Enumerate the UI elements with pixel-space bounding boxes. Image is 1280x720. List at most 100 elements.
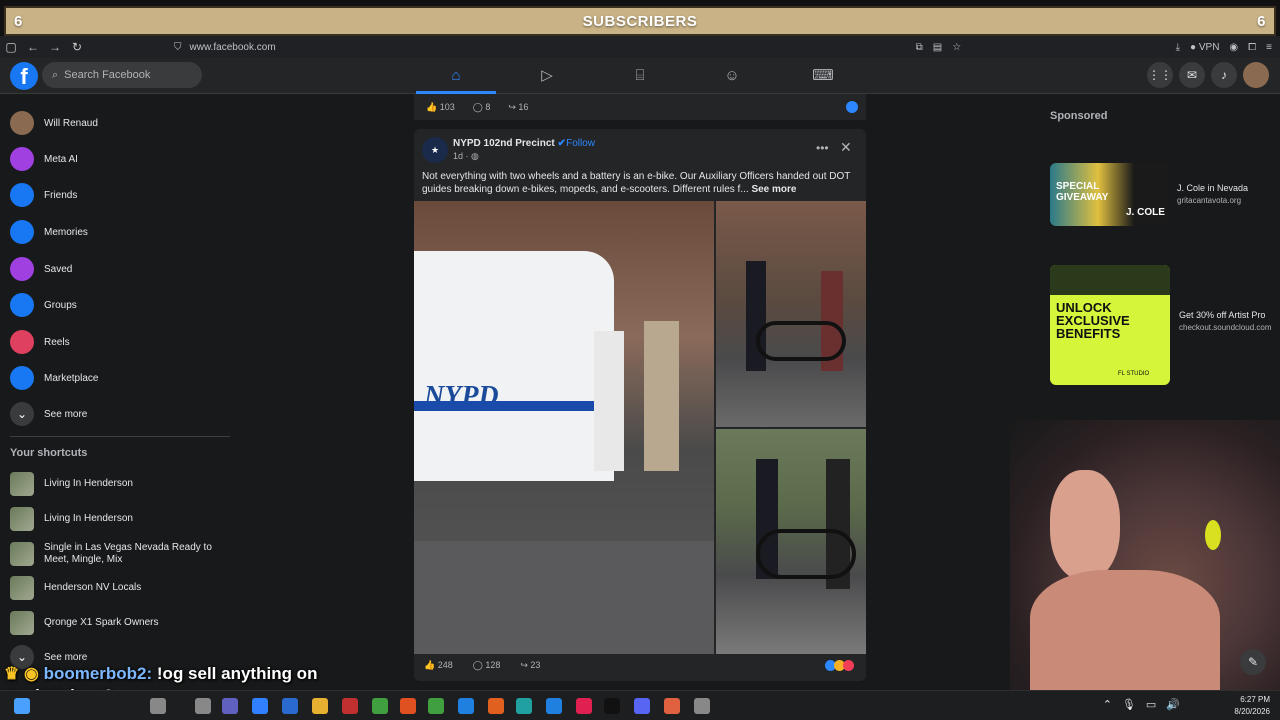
sidebar-item-memories[interactable]: Memories [10,217,88,247]
site-info-icon[interactable]: ⛉ [174,42,182,53]
file-explorer-icon[interactable] [312,698,328,714]
shortcut-item[interactable]: Henderson NV Locals [10,573,230,603]
reaction-icons[interactable] [825,660,854,673]
discord-icon[interactable] [634,698,650,714]
search-input[interactable]: ⌕ Search Facebook [42,62,202,88]
tab-marketplace[interactable]: ⌸ [625,62,655,90]
ad-1-title[interactable]: J. Cole in Nevada [1177,183,1248,193]
comment-button[interactable]: ◯ 128 [473,660,501,671]
post-more-button[interactable]: ••• [816,141,829,155]
reader-icon[interactable]: ▤ [933,42,942,53]
shortcut-label: Living In Henderson [44,478,133,489]
url-text[interactable]: www.facebook.com [190,42,276,53]
ad-2-title[interactable]: Get 30% off Artist Pro [1179,310,1265,320]
vpn-button[interactable]: ● VPN [1190,42,1219,53]
like-button[interactable]: 👍 103 [426,102,455,113]
notifications-button[interactable]: ♪ [1211,62,1237,88]
shortcut-item[interactable]: Living In Henderson [10,469,230,499]
firefox-icon[interactable] [488,698,504,714]
app-icon[interactable] [252,698,268,714]
friends-icon [10,183,34,207]
vscode-icon[interactable] [546,698,562,714]
extensions-icon[interactable]: ⧠ [1248,42,1256,53]
menu-icon[interactable]: ≡ [1266,42,1272,53]
brave-icon[interactable] [400,698,416,714]
follow-button[interactable]: · Follow [560,138,595,149]
ad-1-domain[interactable]: gritacantavota.org [1177,196,1241,205]
sidebar-toggle-icon[interactable]: ▢ [0,40,22,54]
app-icon[interactable] [222,698,238,714]
chrome-icon[interactable] [372,698,388,714]
shortcut-item[interactable]: Single in Las Vegas Nevada Ready to Meet… [10,539,230,569]
tiktok-icon[interactable] [576,698,592,714]
clock-date: 8/20/2026 [1234,707,1270,716]
chat-message-line1: !og sell anything on [152,664,318,683]
download-icon[interactable]: ⤓ [1176,42,1180,53]
sidebar-item-friends[interactable]: Friends [10,180,77,210]
screenshot-icon[interactable]: ⧉ [916,42,923,53]
app-icon[interactable] [664,698,680,714]
volume-icon[interactable]: 🔊 [1166,698,1180,711]
share-button[interactable]: ↪ 16 [508,102,528,113]
comment-button[interactable]: ◯ 8 [473,102,491,113]
system-clock[interactable]: 6:27 PM 8/20/2026 [1234,694,1270,718]
like-count: 248 [437,660,453,670]
post-photo-top-right[interactable] [716,201,866,427]
comment-count: 8 [485,101,491,112]
post-author-avatar[interactable]: ★ [422,137,448,163]
profile-icon[interactable]: ◉ [1229,42,1238,53]
app-icon[interactable] [282,698,298,714]
post-photo-bottom-right[interactable] [716,429,866,654]
reload-icon[interactable]: ↻ [66,40,88,54]
post-timestamp[interactable]: 1d · ◍ [453,151,479,162]
ad-image-1[interactable]: SPECIAL GIVEAWAY J. COLE [1050,163,1170,226]
app-icon[interactable] [516,698,532,714]
bookmark-star-icon[interactable]: ☆ [952,42,961,53]
tab-video[interactable]: ▷ [532,62,562,90]
tiktok-icon[interactable] [604,698,620,714]
shortcut-item[interactable]: Living In Henderson [10,504,230,534]
meta-ai-icon [10,147,34,171]
facebook-logo[interactable]: f [10,62,38,90]
sidebar-item-label: Groups [44,299,77,311]
display-icon[interactable]: ▭ [1146,698,1156,711]
tab-groups[interactable]: ☺ [717,62,747,90]
app-icon[interactable] [694,698,710,714]
messenger-button[interactable]: ✉ [1179,62,1205,88]
mic-icon[interactable]: 🎙 [1122,698,1136,711]
share-button[interactable]: ↪ 23 [520,660,540,671]
forward-icon[interactable]: → [44,40,66,54]
edge-icon[interactable] [458,698,474,714]
post-author-name[interactable]: NYPD 102nd Precinct ✔ [453,138,566,149]
account-avatar[interactable] [1243,62,1269,88]
like-reaction-icon [846,101,858,113]
post-photo-main[interactable]: NYPD [414,201,714,654]
see-more-link[interactable]: See more [751,184,796,195]
sidebar-item-label: Will Renaud [44,117,98,129]
like-button[interactable]: 👍 248 [424,660,453,671]
tray-expand-icon[interactable]: ⌃ [1103,698,1112,711]
ad-2-domain[interactable]: checkout.soundcloud.com [1179,323,1274,332]
sidebar-item-groups[interactable]: Groups [10,290,77,320]
post-action-bar: 👍 248 ◯ 128 ↪ 23 [424,660,540,671]
ad-image-2[interactable]: UNLOCK EXCLUSIVE BENEFITS FL STUDIO [1050,265,1170,385]
back-icon[interactable]: ← [22,40,44,54]
post-close-button[interactable]: ✕ [840,139,852,156]
sidebar-item-will-renaud[interactable]: Will Renaud [10,108,98,138]
shortcut-item[interactable]: Qronge X1 Spark Owners [10,608,230,638]
tab-gaming[interactable]: ⌨ [808,62,838,90]
start-icon[interactable] [14,698,30,714]
search-icon[interactable] [150,698,166,714]
sidebar-item-reels[interactable]: Reels [10,327,70,357]
sidebar-item-saved[interactable]: Saved [10,254,72,284]
chrome-icon[interactable] [428,698,444,714]
taskview-icon[interactable] [195,698,211,714]
sidebar-item-marketplace[interactable]: Marketplace [10,363,98,393]
menu-grid-button[interactable]: ⋮⋮ [1147,62,1173,88]
address-bar[interactable]: ⛉ www.facebook.com [174,42,276,53]
sidebar-item-see-more[interactable]: ⌄ See more [10,399,87,429]
new-message-button[interactable]: ✎ [1240,649,1266,675]
tab-home[interactable]: ⌂ [441,62,471,90]
app-icon[interactable] [342,698,358,714]
sidebar-item-meta-ai[interactable]: Meta AI [10,144,78,174]
